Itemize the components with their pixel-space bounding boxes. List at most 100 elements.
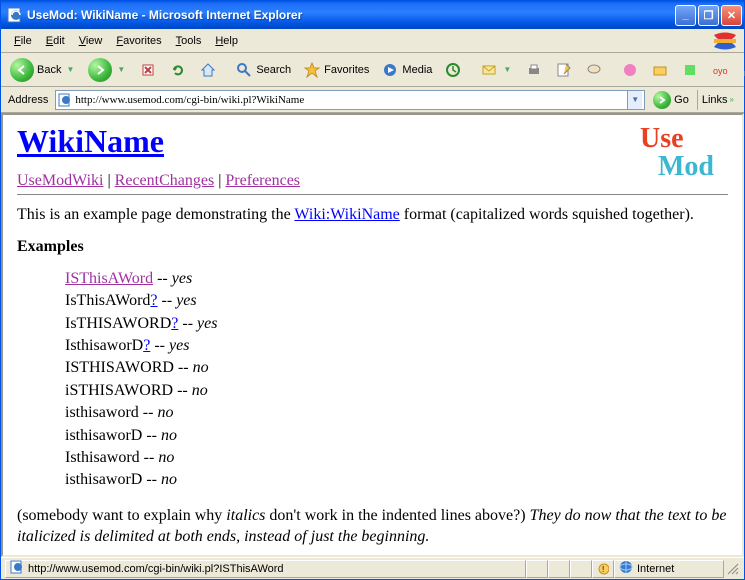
example-row: IsTHISAWORD? -- yes [65, 313, 728, 335]
media-icon [381, 61, 399, 79]
example-row: Isthisaword -- no [65, 447, 728, 469]
example-row: isthisaword -- no [65, 402, 728, 424]
status-pane-1 [526, 560, 548, 578]
discuss-icon [585, 61, 603, 79]
chevron-down-icon: » [728, 95, 736, 104]
stop-button[interactable] [134, 57, 162, 83]
globe-icon [619, 560, 633, 577]
media-button[interactable]: Media [376, 57, 437, 83]
home-button[interactable] [194, 57, 222, 83]
back-arrow-icon [10, 58, 34, 82]
window-title: UseMod: WikiName - Microsoft Internet Ex… [27, 8, 673, 22]
menu-help[interactable]: Help [208, 32, 245, 50]
print-button[interactable] [520, 57, 548, 83]
address-input-wrapper[interactable]: ▼ [55, 90, 645, 110]
mail-button[interactable]: ▼ [475, 57, 518, 83]
usemod-logo: Use Mod [640, 125, 714, 181]
example-list: ISThisAWord -- yesIsThisAWord? -- yesIsT… [65, 268, 728, 492]
content-area[interactable]: Use Mod WikiName UseModWiki | RecentChan… [1, 113, 744, 557]
address-input[interactable] [75, 94, 627, 106]
divider [17, 194, 728, 195]
status-pane-2 [548, 560, 570, 578]
ext2-button[interactable] [646, 57, 674, 83]
stop-icon [139, 61, 157, 79]
example-link[interactable]: ISThisAWord [65, 270, 153, 287]
page-icon [58, 93, 72, 107]
go-button[interactable]: Go [649, 90, 693, 110]
favorites-button[interactable]: Favorites [298, 57, 374, 83]
status-text: http://www.usemod.com/cgi-bin/wiki.pl?IS… [5, 560, 526, 578]
statusbar: http://www.usemod.com/cgi-bin/wiki.pl?IS… [1, 557, 744, 579]
example-row: isthisaworD -- no [65, 469, 728, 491]
folder-icon [651, 61, 669, 79]
eye-icon: oyo [711, 61, 729, 79]
maximize-button[interactable]: ❐ [698, 5, 719, 26]
minimize-button[interactable]: _ [675, 5, 696, 26]
chevron-down-icon: ▼ [115, 65, 127, 74]
create-page-link[interactable]: ? [150, 292, 157, 309]
menubar: File Edit View Favorites Tools Help [1, 29, 744, 53]
forward-button[interactable]: ▼ [83, 57, 132, 83]
link-wiki-wikiname[interactable]: Wiki:WikiName [294, 206, 399, 223]
ext4-button[interactable]: oyo [706, 57, 734, 83]
intro-text: This is an example page demonstrating th… [17, 205, 728, 226]
plugin-icon [621, 61, 639, 79]
menu-view[interactable]: View [72, 32, 110, 50]
edit-button[interactable] [550, 57, 578, 83]
close-button[interactable]: ✕ [721, 5, 742, 26]
nav-links: UseModWiki | RecentChanges | Preferences [17, 172, 728, 190]
menu-file[interactable]: File [7, 32, 39, 50]
edit-icon [555, 61, 573, 79]
toolbar: Back ▼ ▼ Search Favorites Media ▼ oyo » [1, 53, 744, 87]
note-text: (somebody want to explain why italics do… [17, 506, 728, 548]
examples-heading: Examples [17, 238, 728, 256]
status-pane-3 [570, 560, 592, 578]
home-icon [199, 61, 217, 79]
history-icon [444, 61, 462, 79]
refresh-icon [169, 61, 187, 79]
ext5-button[interactable] [736, 57, 745, 83]
go-arrow-icon [653, 91, 671, 109]
ext1-button[interactable] [616, 57, 644, 83]
mail-icon [480, 61, 498, 79]
example-row: ISTHISAWORD -- no [65, 357, 728, 379]
chevron-down-icon: ▼ [64, 65, 76, 74]
chart-icon [741, 61, 745, 79]
menu-favorites[interactable]: Favorites [109, 32, 168, 50]
ie-logo-icon [712, 32, 738, 50]
ext3-button[interactable] [676, 57, 704, 83]
menu-tools[interactable]: Tools [169, 32, 209, 50]
svg-text:oyo: oyo [713, 66, 728, 76]
star-icon [303, 61, 321, 79]
link-preferences[interactable]: Preferences [225, 172, 300, 189]
discuss-button[interactable] [580, 57, 608, 83]
refresh-button[interactable] [164, 57, 192, 83]
print-icon [525, 61, 543, 79]
search-icon [235, 61, 253, 79]
link-recentchanges[interactable]: RecentChanges [115, 172, 215, 189]
example-row: isthisaworD -- no [65, 425, 728, 447]
security-zone[interactable]: Internet [614, 560, 724, 578]
ie-page-icon [7, 7, 23, 23]
address-dropdown[interactable]: ▼ [627, 91, 642, 109]
forward-arrow-icon [88, 58, 112, 82]
menu-edit[interactable]: Edit [39, 32, 72, 50]
page-title[interactable]: WikiName [17, 123, 728, 160]
link-usemodwiki[interactable]: UseModWiki [17, 172, 103, 189]
page-icon [10, 560, 24, 577]
svg-text:!: ! [602, 565, 604, 574]
titlebar: UseMod: WikiName - Microsoft Internet Ex… [1, 1, 744, 29]
chevron-down-icon: ▼ [501, 65, 513, 74]
example-row: ISThisAWord -- yes [65, 268, 728, 290]
example-row: IsthisaworD? -- yes [65, 335, 728, 357]
example-row: iSTHISAWORD -- no [65, 380, 728, 402]
address-bar: Address ▼ Go Links » [1, 87, 744, 113]
back-button[interactable]: Back ▼ [5, 57, 81, 83]
search-button[interactable]: Search [230, 57, 296, 83]
resize-grip[interactable] [724, 562, 740, 576]
links-button[interactable]: Links » [697, 90, 740, 110]
popup-blocked-icon[interactable]: ! [592, 560, 614, 578]
cube-icon [681, 61, 699, 79]
example-row: IsThisAWord? -- yes [65, 290, 728, 312]
history-button[interactable] [439, 57, 467, 83]
